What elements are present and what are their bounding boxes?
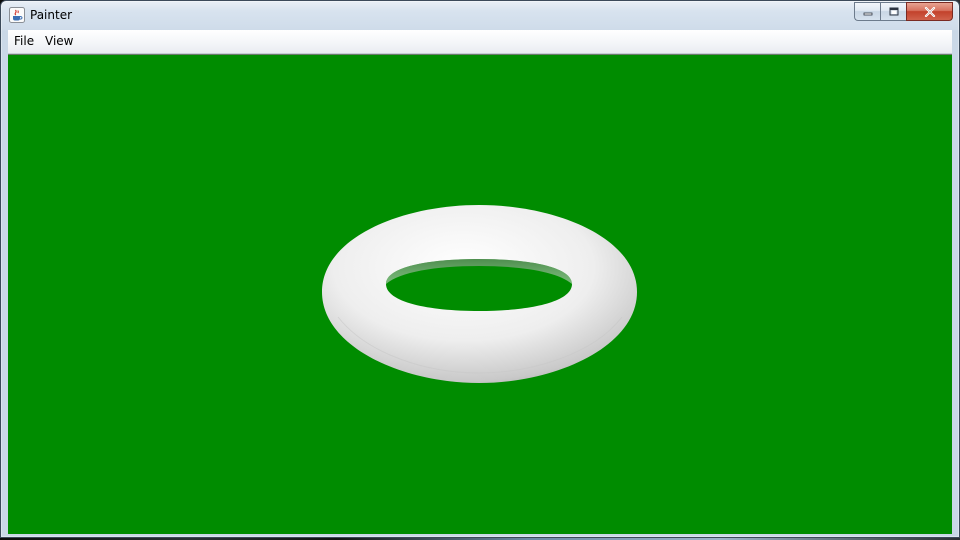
caption-buttons [854, 2, 953, 21]
java-cup-icon[interactable] [9, 7, 25, 23]
window-title: Painter [30, 8, 73, 22]
close-button[interactable] [906, 2, 953, 21]
close-icon [924, 6, 935, 17]
torus [322, 205, 637, 383]
menu-file[interactable]: File [14, 34, 34, 49]
menu-view[interactable]: View [45, 34, 73, 49]
torus-render [322, 205, 637, 383]
minimize-button[interactable] [854, 2, 880, 21]
menu-bar: File View [8, 30, 952, 54]
maximize-button[interactable] [880, 2, 906, 21]
minimize-icon [863, 12, 872, 15]
maximize-icon [889, 7, 898, 16]
app-window: Painter File View [0, 0, 960, 538]
title-bar[interactable]: Painter [1, 1, 959, 30]
drawing-canvas[interactable] [8, 54, 952, 534]
